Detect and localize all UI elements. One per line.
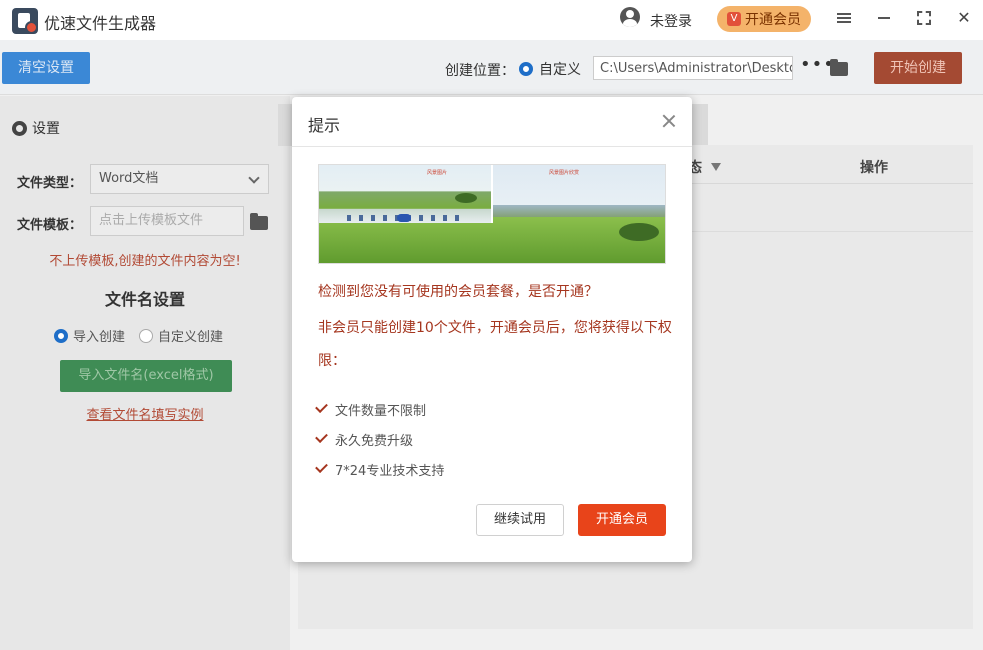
check-icon — [315, 400, 328, 414]
membership-description: 非会员只能创建10个文件，开通会员后，您将获得以下权限： — [318, 320, 672, 369]
open-vip-button[interactable]: 开通会员 — [578, 504, 666, 536]
promo-banner-image: 风景图片 风景图片欣赏 — [318, 164, 666, 264]
banner-tree — [455, 193, 477, 203]
benefit-item: 7*24专业技术支持 — [315, 460, 445, 479]
check-icon — [315, 460, 328, 474]
dialog-header: 提示 — [292, 97, 692, 147]
benefit-item: 文件数量不限制 — [315, 400, 427, 419]
benefit-label: 文件数量不限制 — [335, 404, 427, 419]
membership-question: 检测到您没有可使用的会员套餐，是否开通？ — [318, 284, 598, 300]
continue-trial-button[interactable]: 继续试用 — [476, 504, 564, 536]
benefit-label: 永久免费升级 — [335, 434, 414, 449]
check-icon — [315, 430, 328, 444]
membership-dialog: 提示 风景图片 风景图片欣赏 检测到您没有可使用的会员套餐，是否开通？ 非会员只… — [292, 97, 692, 562]
close-icon[interactable] — [660, 112, 678, 130]
banner-grass — [319, 217, 665, 263]
dialog-title: 提示 — [308, 116, 341, 135]
banner-tag-right: 风景图片欣赏 — [549, 170, 580, 176]
banner-tree — [619, 223, 659, 241]
benefit-item: 永久免费升级 — [315, 430, 414, 449]
banner-nav-pill — [397, 214, 411, 222]
benefit-label: 7*24专业技术支持 — [335, 464, 445, 479]
banner-tag-left: 风景图片 — [427, 170, 448, 176]
